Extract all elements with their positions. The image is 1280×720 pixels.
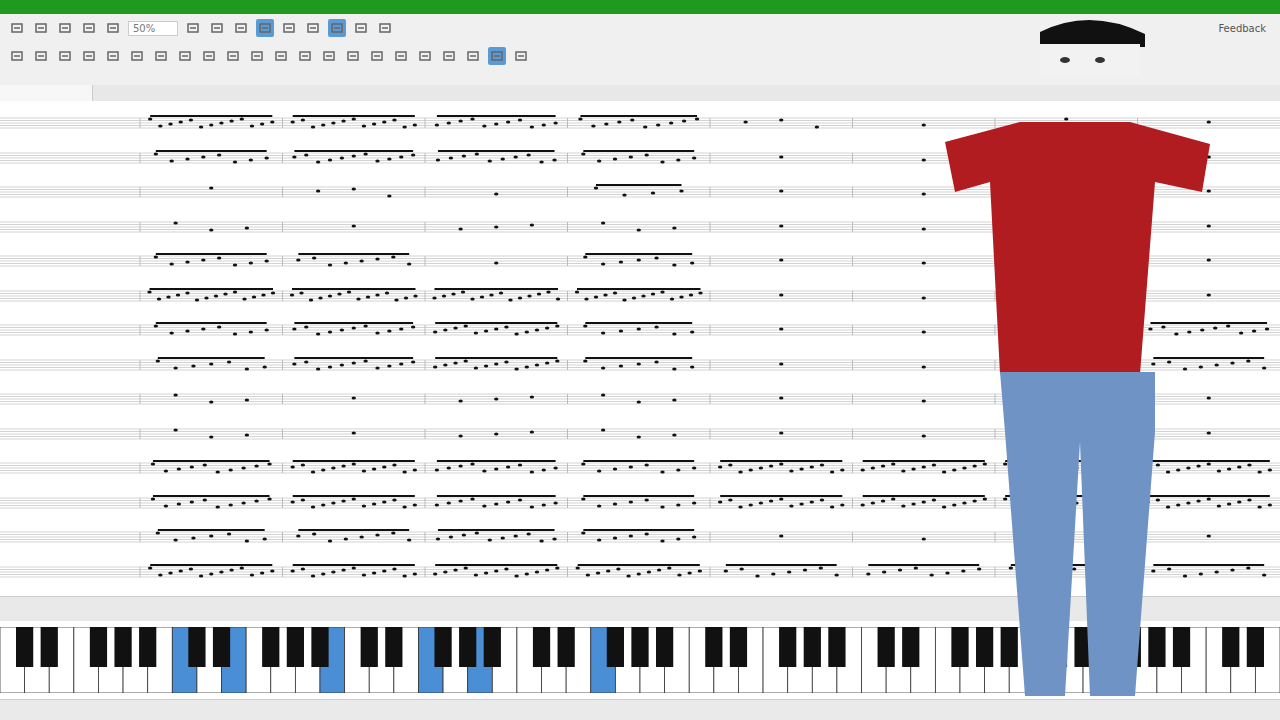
tool-button[interactable] [392,47,410,65]
tool-button[interactable] [440,47,458,65]
tool-button[interactable] [232,19,250,37]
title-bar [0,0,1280,14]
tool-icon [322,49,336,63]
tool-icon [178,49,192,63]
tool-icon [106,49,120,63]
tool-icon [346,49,360,63]
tool-button[interactable] [104,47,122,65]
tool-icon [210,21,224,35]
tool-icon [202,49,216,63]
tool-button[interactable] [56,19,74,37]
tool-icon [394,49,408,63]
tool-button[interactable] [184,19,202,37]
tool-button[interactable] [56,47,74,65]
tool-icon [58,21,72,35]
tool-icon [330,21,344,35]
status-bar [0,699,1280,720]
tool-button[interactable] [304,19,322,37]
person-cutout [945,20,1210,696]
tool-button[interactable] [200,47,218,65]
tool-icon [106,21,120,35]
feedback-button[interactable]: Feedback [1212,23,1272,34]
tool-button[interactable] [464,47,482,65]
tool-icon [442,49,456,63]
tool-icon [154,49,168,63]
tool-button[interactable] [512,47,530,65]
tool-button[interactable] [256,19,274,37]
tool-button[interactable] [280,19,298,37]
tool-icon [514,49,528,63]
tool-icon [378,21,392,35]
tool-icon [306,21,320,35]
tool-icon [274,49,288,63]
tool-button[interactable] [488,47,506,65]
tool-button[interactable] [128,47,146,65]
tool-icon [130,49,144,63]
tool-button[interactable] [224,47,242,65]
tool-button[interactable] [272,47,290,65]
tool-button[interactable] [320,47,338,65]
tool-button[interactable] [248,47,266,65]
tool-button[interactable] [328,19,346,37]
tool-button[interactable] [376,19,394,37]
tool-button[interactable] [32,19,50,37]
tool-icon [82,49,96,63]
tool-icon [370,49,384,63]
tool-button[interactable] [352,19,370,37]
tool-icon [226,49,240,63]
tool-icon [34,49,48,63]
tool-button[interactable] [8,19,26,37]
app-window: 50% Feedback [0,0,1280,720]
tool-button[interactable] [176,47,194,65]
tool-icon [258,21,272,35]
tool-icon [82,21,96,35]
tool-button[interactable] [208,19,226,37]
tool-icon [250,49,264,63]
tool-icon [58,49,72,63]
tool-button[interactable] [32,47,50,65]
tool-icon [298,49,312,63]
tool-button[interactable] [296,47,314,65]
zoom-field[interactable]: 50% [128,21,178,36]
tool-icon [186,21,200,35]
tool-icon [490,49,504,63]
tab-bar [0,85,1280,101]
tool-button[interactable] [80,47,98,65]
tool-icon [234,21,248,35]
tool-icon [10,21,24,35]
tool-button[interactable] [152,47,170,65]
tool-button[interactable] [104,19,122,37]
tool-icon [10,49,24,63]
tool-button[interactable] [416,47,434,65]
person-overlay [940,12,1220,702]
score-tab[interactable] [0,85,93,101]
tool-icon [418,49,432,63]
tool-button[interactable] [344,47,362,65]
tool-button[interactable] [8,47,26,65]
tool-button[interactable] [368,47,386,65]
tool-icon [282,21,296,35]
tool-icon [34,21,48,35]
tool-button[interactable] [80,19,98,37]
tool-icon [466,49,480,63]
tool-icon [354,21,368,35]
